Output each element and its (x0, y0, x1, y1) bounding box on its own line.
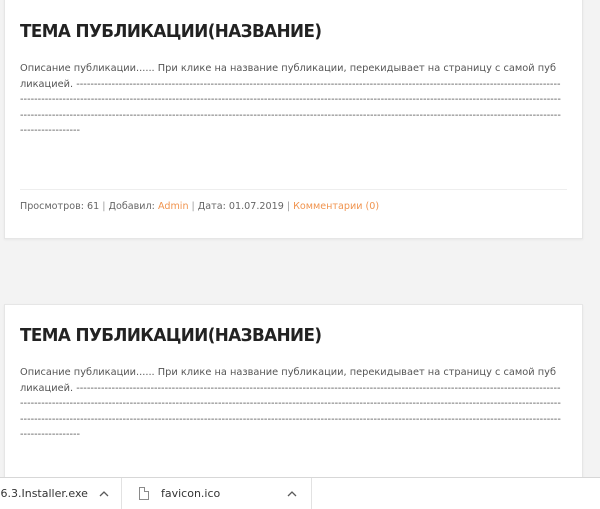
post-meta: Просмотров: 61 | Добавил: Admin | Дата: 01.0… (20, 201, 379, 212)
file-icon (139, 487, 149, 500)
post-title-link[interactable]: ТЕМА ПУБЛИКАЦИИ(НАЗВАНИЕ) (20, 21, 322, 42)
added-by-label: Добавил: (108, 201, 155, 212)
comments-link[interactable]: Комментарии (0) (293, 201, 379, 212)
post-card: ТЕМА ПУБЛИКАЦИИ(НАЗВАНИЕ) Описание публи… (4, 304, 583, 477)
post-divider (20, 189, 567, 190)
page-viewport: ТЕМА ПУБЛИКАЦИИ(НАЗВАНИЕ) Описание публи… (0, 0, 600, 477)
author-link[interactable]: Admin (158, 201, 189, 212)
downloads-bar: .6.3.Installer.exe favicon.ico (0, 477, 600, 509)
chevron-up-icon[interactable] (98, 487, 110, 499)
download-item[interactable]: .6.3.Installer.exe (0, 478, 122, 509)
download-filename[interactable]: .6.3.Installer.exe (0, 487, 88, 500)
meta-separator: | (286, 201, 291, 212)
download-item[interactable]: favicon.ico (122, 478, 312, 509)
post-date: Дата: 01.07.2019 (197, 201, 284, 212)
post-card: ТЕМА ПУБЛИКАЦИИ(НАЗВАНИЕ) Описание публи… (4, 0, 583, 239)
views-count: Просмотров: 61 (20, 201, 100, 212)
post-description: Описание публикации...... При клике на н… (20, 367, 561, 440)
post-title-link[interactable]: ТЕМА ПУБЛИКАЦИИ(НАЗВАНИЕ) (20, 325, 322, 346)
download-filename[interactable]: favicon.ico (161, 487, 220, 500)
chevron-up-icon[interactable] (286, 487, 298, 499)
meta-separator: | (191, 201, 195, 212)
post-description: Описание публикации...... При клике на н… (20, 63, 561, 136)
